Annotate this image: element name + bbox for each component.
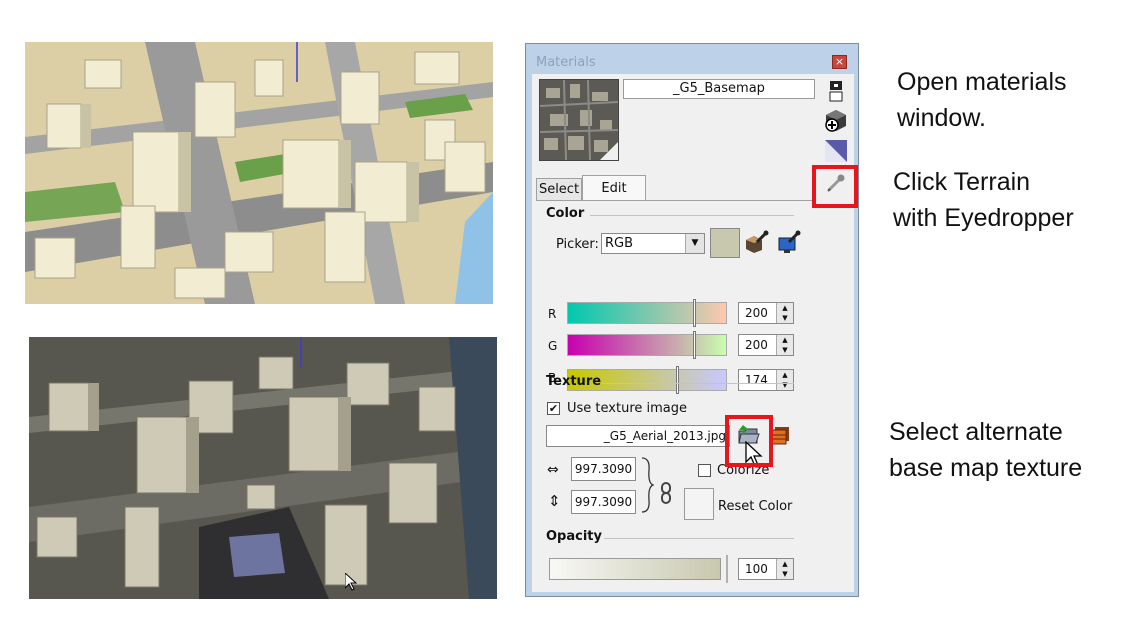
- browse-texture-highlight: [725, 415, 773, 467]
- opacity-stepper[interactable]: ▲ ▼: [776, 559, 793, 579]
- opacity-value-field[interactable]: 100 ▲ ▼: [738, 558, 794, 580]
- green-stepper[interactable]: ▲ ▼: [776, 335, 793, 355]
- green-slider[interactable]: [567, 334, 727, 356]
- callout-eyedropper: Click Terrain with Eyedropper: [893, 164, 1074, 236]
- red-stepper[interactable]: ▲ ▼: [776, 303, 793, 323]
- blue-slider-thumb[interactable]: [676, 366, 679, 394]
- scene-untextured-terrain[interactable]: [25, 42, 493, 304]
- use-texture-checkbox[interactable]: ✔: [547, 402, 560, 415]
- chevron-down-icon[interactable]: ▼: [685, 234, 704, 253]
- picker-dropdown[interactable]: RGB ▼: [601, 233, 705, 254]
- callout-select-texture: Select alternate base map texture: [889, 414, 1082, 486]
- callout-line: Click Terrain: [893, 168, 1031, 196]
- eyedropper-highlight: [812, 165, 858, 208]
- height-arrows-icon: ⇕: [548, 492, 561, 510]
- blue-value-field[interactable]: 174 ▲ ▼: [738, 369, 794, 391]
- tab-divider: [536, 200, 812, 201]
- window-title: Materials: [536, 55, 596, 70]
- texture-height-field[interactable]: 997.3090: [571, 490, 636, 514]
- color-swatch[interactable]: [710, 228, 740, 258]
- green-slider-thumb[interactable]: [693, 331, 696, 359]
- blue-value: 174: [745, 373, 768, 387]
- opacity-divider: [604, 538, 794, 539]
- texture-divider: [602, 383, 794, 384]
- opacity-slider[interactable]: [549, 558, 721, 580]
- texture-heading: Texture: [546, 374, 602, 389]
- texture-file-field[interactable]: _G5_Aerial_2013.jpg: [546, 425, 730, 447]
- colorize-checkbox[interactable]: [698, 464, 711, 477]
- width-arrows-icon: ⇔: [547, 462, 559, 478]
- materials-window: Materials × _G5_Basemap Select Edit Colo…: [525, 43, 859, 597]
- create-material-icon[interactable]: [823, 108, 849, 134]
- materials-panel: _G5_Basemap Select Edit Color Picker: RG…: [532, 74, 854, 592]
- red-value: 200: [745, 306, 768, 320]
- opacity-slider-thumb[interactable]: [726, 555, 728, 583]
- channel-label-r: R: [548, 307, 557, 321]
- aspect-lock-icon[interactable]: [660, 482, 672, 508]
- reset-color-label[interactable]: Reset Color: [718, 499, 792, 514]
- callout-open-materials: Open materials window.: [897, 64, 1067, 136]
- material-thumbnail[interactable]: [539, 79, 619, 161]
- reset-color-swatch[interactable]: [684, 488, 714, 520]
- material-name-field[interactable]: _G5_Basemap: [623, 79, 815, 99]
- use-texture-label: Use texture image: [567, 401, 687, 416]
- red-slider[interactable]: [567, 302, 727, 324]
- match-screen-color-icon[interactable]: [776, 229, 802, 255]
- picker-value: RGB: [605, 236, 634, 251]
- opacity-heading: Opacity: [546, 529, 602, 544]
- callout-line: Select alternate: [889, 418, 1063, 446]
- close-icon[interactable]: ×: [832, 55, 847, 69]
- texture-width-field[interactable]: 997.3090: [571, 457, 636, 481]
- mouse-cursor-icon: [345, 573, 357, 591]
- scene-aerial-textured[interactable]: [29, 337, 497, 599]
- callout-line: Open materials: [897, 68, 1067, 96]
- display-secondary-icon[interactable]: [823, 78, 849, 104]
- green-value: 200: [745, 338, 768, 352]
- red-value-field[interactable]: 200 ▲ ▼: [738, 302, 794, 324]
- callout-line: window.: [897, 104, 986, 132]
- tab-select[interactable]: Select: [536, 178, 582, 200]
- callout-line: base map texture: [889, 454, 1083, 482]
- tab-edit[interactable]: Edit: [582, 175, 646, 200]
- callout-line: with Eyedropper: [893, 204, 1074, 232]
- dimension-bracket: [640, 456, 655, 518]
- channel-label-g: G: [548, 339, 558, 353]
- green-value-field[interactable]: 200 ▲ ▼: [738, 334, 794, 356]
- picker-label: Picker:: [556, 237, 599, 252]
- blue-stepper[interactable]: ▲ ▼: [776, 370, 793, 390]
- opacity-value: 100: [745, 562, 768, 576]
- match-model-color-icon[interactable]: [744, 229, 770, 255]
- default-material-icon[interactable]: [823, 138, 849, 164]
- color-divider: [590, 215, 794, 216]
- color-heading: Color: [546, 206, 585, 221]
- red-slider-thumb[interactable]: [693, 299, 696, 327]
